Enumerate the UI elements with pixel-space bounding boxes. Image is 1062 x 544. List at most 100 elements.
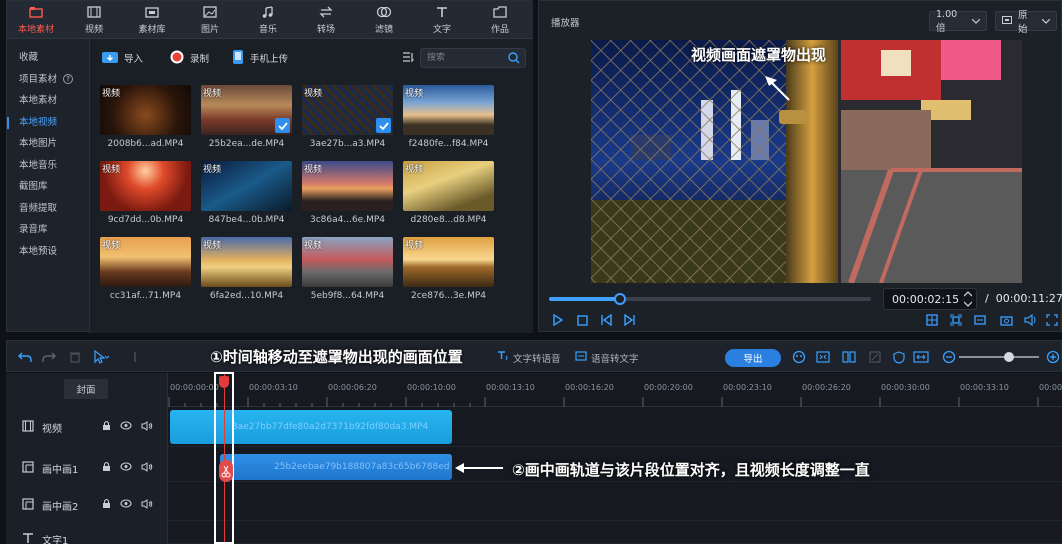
crop-icon[interactable] xyxy=(949,313,963,327)
media-thumbnail: 视频 xyxy=(201,237,292,287)
media-item[interactable]: 视频 3c86a4...6e.MP4 xyxy=(302,161,393,225)
speed-select[interactable]: 1.00 倍 xyxy=(929,9,987,34)
lock-icon[interactable] xyxy=(102,498,111,512)
phone-upload-button[interactable]: 手机上传 xyxy=(232,48,288,68)
sort-button[interactable] xyxy=(402,48,414,68)
media-item[interactable]: 视频 d280e8...d8.MP4 xyxy=(403,161,494,225)
tab-label: 文字 xyxy=(432,25,451,35)
zoom-out-icon[interactable] xyxy=(941,349,957,365)
layout-icon[interactable] xyxy=(925,313,939,327)
tab-video[interactable]: 视频 xyxy=(65,1,123,39)
tab-works[interactable]: 作品 xyxy=(471,1,529,39)
tab-filter[interactable]: 滤镜 xyxy=(355,1,413,39)
volume-icon[interactable] xyxy=(141,498,153,512)
text-to-speech-button[interactable]: 文字转语音 xyxy=(497,350,561,365)
media-item[interactable]: 视频 25b2ea...de.MP4 xyxy=(201,85,292,149)
sidebar-item-screenshots[interactable]: 截图库 xyxy=(7,176,89,198)
zoom-in-icon[interactable] xyxy=(1045,349,1061,365)
stop-icon[interactable] xyxy=(575,313,589,327)
tab-label: 视频 xyxy=(84,25,103,35)
tab-transition[interactable]: 转场 xyxy=(297,1,355,39)
lock-icon[interactable] xyxy=(102,461,111,475)
video-frame xyxy=(591,40,1022,283)
media-item[interactable]: 视频 5eb9f8...64.MP4 xyxy=(302,237,393,301)
next-frame-icon[interactable] xyxy=(623,313,637,327)
subtitle-icon[interactable] xyxy=(973,313,987,327)
transition-icon xyxy=(318,5,334,19)
media-item[interactable]: 视频 cc31af...71.MP4 xyxy=(100,237,191,301)
tab-image[interactable]: 图片 xyxy=(181,1,239,39)
playhead-line xyxy=(224,374,225,542)
redo-icon[interactable] xyxy=(41,349,57,365)
edit-icon[interactable] xyxy=(867,349,883,365)
playhead-handle[interactable] xyxy=(219,376,229,388)
video-clip[interactable]: 3ae27bb77dfe80a2d7371b92fdf80da3.MP4 xyxy=(170,410,452,444)
export-button[interactable]: 导出 xyxy=(725,349,781,367)
sidebar-item-recordings[interactable]: 录音库 xyxy=(7,219,89,241)
eye-icon[interactable] xyxy=(120,421,132,433)
media-item[interactable]: 视频 2ce876...3e.MP4 xyxy=(403,237,494,301)
shield-icon[interactable] xyxy=(891,349,907,365)
pointer-icon[interactable] xyxy=(93,349,109,365)
import-button[interactable]: 导入 xyxy=(102,48,143,68)
sidebar-item-project-media[interactable]: 项目素材? xyxy=(7,69,89,91)
media-item[interactable]: 视频 847be4...0b.MP4 xyxy=(201,161,292,225)
eye-icon[interactable] xyxy=(120,499,132,511)
zoom-slider-handle[interactable] xyxy=(1003,352,1014,362)
sidebar-item-local-video[interactable]: 本地视频 xyxy=(7,112,89,134)
resize-icon[interactable] xyxy=(913,349,929,365)
sidebar-item-favorites[interactable]: 收藏 xyxy=(7,47,89,69)
volume-icon[interactable] xyxy=(141,420,153,434)
media-item[interactable]: 视频 3ae27b...a3.MP4 xyxy=(302,85,393,149)
play-icon[interactable] xyxy=(551,313,565,327)
undo-icon[interactable] xyxy=(17,349,33,365)
aspect-ratio-select[interactable]: 原始 xyxy=(995,10,1057,35)
sidebar-item-audio-extract[interactable]: 音频提取 xyxy=(7,198,89,220)
sidebar-item-local-images[interactable]: 本地图片 xyxy=(7,133,89,155)
video-preview[interactable]: 视频画面遮罩物出现 xyxy=(591,40,1022,283)
mirror-icon[interactable] xyxy=(841,349,857,365)
media-item[interactable]: 视频 2008b6...ad.MP4 xyxy=(100,85,191,149)
pip-clip[interactable]: 25b2eebae79b188807a83c65b6788ed xyxy=(220,454,452,480)
checkbox-checked-icon[interactable] xyxy=(275,118,290,133)
fit-icon[interactable] xyxy=(815,349,831,365)
sidebar-item-local-music[interactable]: 本地音乐 xyxy=(7,155,89,177)
media-item[interactable]: 视频 6fa2ed...10.MP4 xyxy=(201,237,292,301)
tab-text[interactable]: 文字 xyxy=(413,1,471,39)
tab-music[interactable]: 音乐 xyxy=(239,1,297,39)
lock-icon[interactable] xyxy=(102,420,111,434)
delete-icon[interactable] xyxy=(67,349,83,365)
playback-progress-bar[interactable] xyxy=(549,293,871,305)
zoom-slider[interactable] xyxy=(959,352,1039,362)
help-icon[interactable]: ? xyxy=(63,74,74,84)
stepper-icon[interactable] xyxy=(963,290,973,311)
playhead[interactable] xyxy=(214,372,234,544)
ruler-tick-label: 00:00:20:00 xyxy=(644,383,693,392)
tab-material-library[interactable]: 素材库 xyxy=(123,1,181,39)
eye-icon[interactable] xyxy=(120,462,132,474)
color-icon[interactable] xyxy=(791,349,807,365)
current-time-field[interactable]: 00:00:02:15 xyxy=(883,288,977,310)
progress-handle[interactable] xyxy=(613,293,626,305)
fullscreen-icon[interactable] xyxy=(1045,313,1059,327)
time-ruler[interactable]: 00:00:00:00 00:00:03:10 00:00:06:20 00:0… xyxy=(168,373,1062,407)
search-input[interactable] xyxy=(421,49,503,67)
media-type-tag: 视频 xyxy=(405,165,424,175)
camera-icon[interactable] xyxy=(999,313,1013,327)
sidebar-item-presets[interactable]: 本地预设 xyxy=(7,241,89,263)
speech-to-text-button[interactable]: 语音转文字 xyxy=(575,350,639,365)
record-button[interactable]: 录制 xyxy=(170,48,209,68)
previous-frame-icon[interactable] xyxy=(599,313,613,327)
sidebar-item-local-media[interactable]: 本地素材 xyxy=(7,90,89,112)
split-icon[interactable] xyxy=(127,349,143,365)
scissors-icon[interactable] xyxy=(219,460,233,482)
volume-icon[interactable] xyxy=(1023,313,1037,327)
media-item[interactable]: 视频 f2480fe...f84.MP4 xyxy=(403,85,494,149)
volume-icon[interactable] xyxy=(141,461,153,475)
checkbox-checked-icon[interactable] xyxy=(376,118,391,133)
tab-label: 滤镜 xyxy=(374,25,393,35)
cover-button[interactable]: 封面 xyxy=(64,379,108,399)
media-item[interactable]: 视频 9cd7dd...0b.MP4 xyxy=(100,161,191,225)
tab-local-media[interactable]: 本地素材 xyxy=(7,1,65,39)
search-icon[interactable] xyxy=(508,52,520,67)
